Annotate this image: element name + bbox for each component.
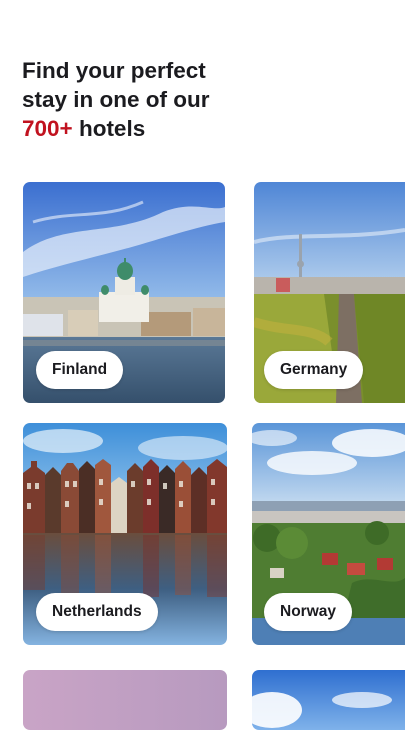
destination-card[interactable] bbox=[252, 670, 405, 730]
destination-card-finland[interactable]: Finland bbox=[23, 182, 225, 403]
destination-label-netherlands: Netherlands bbox=[36, 593, 158, 631]
destination-grid: Finland Germany Netherlands Norway bbox=[0, 0, 405, 730]
destination-label-norway: Norway bbox=[264, 593, 352, 631]
destination-label-finland: Finland bbox=[36, 351, 124, 389]
destination-card[interactable] bbox=[23, 670, 227, 730]
destination-photo bbox=[23, 670, 227, 730]
destination-card-netherlands[interactable]: Netherlands bbox=[23, 423, 227, 645]
destination-card-norway[interactable]: Norway bbox=[252, 423, 405, 645]
destination-photo bbox=[252, 670, 405, 730]
destination-label-germany: Germany bbox=[264, 351, 364, 389]
destination-card-germany[interactable]: Germany bbox=[254, 182, 405, 403]
